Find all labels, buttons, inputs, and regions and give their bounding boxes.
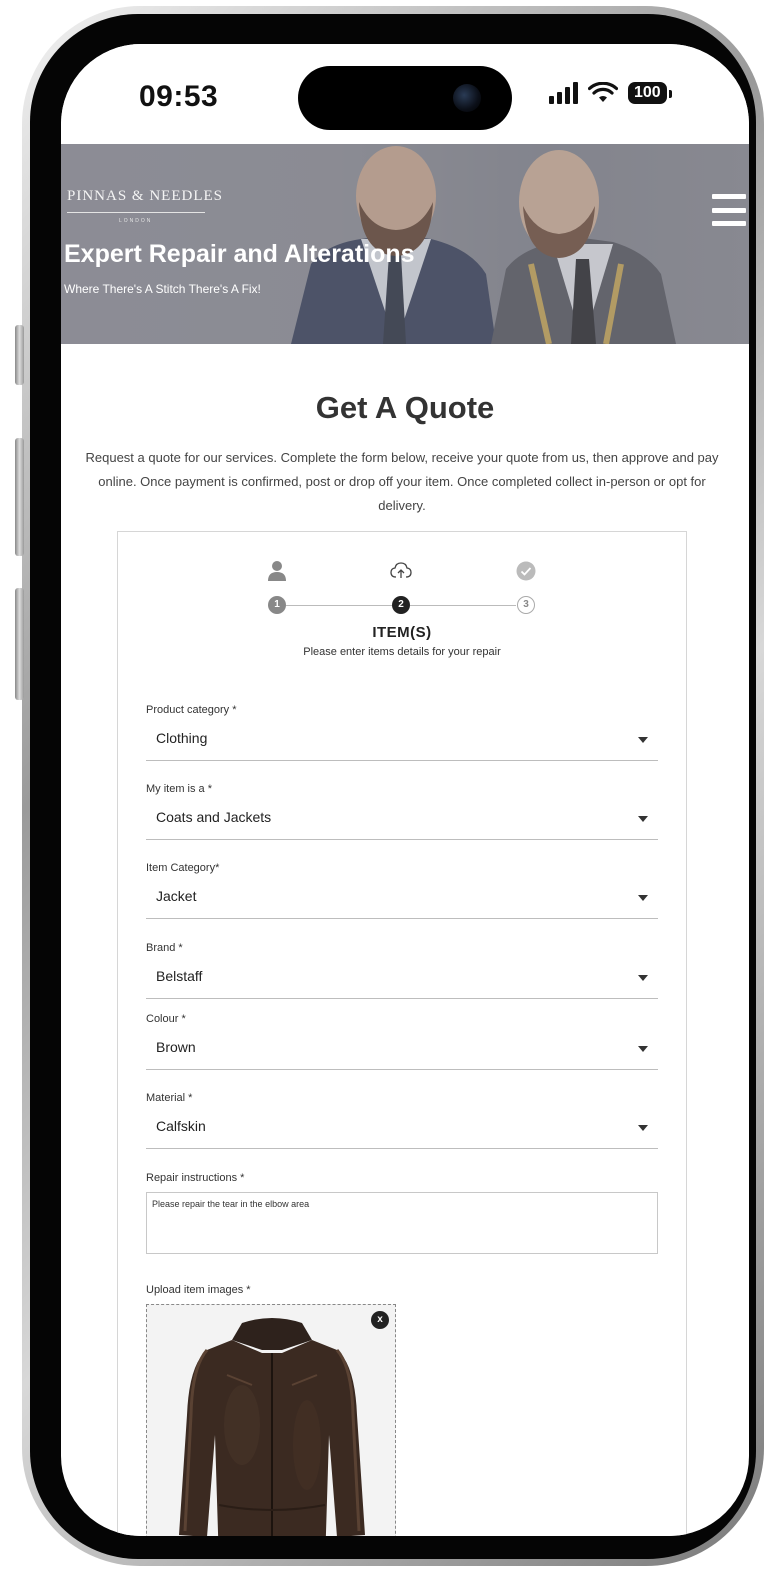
field-label: Brand * xyxy=(146,942,183,954)
field-label: Material * xyxy=(146,1092,193,1104)
status-time: 09:53 xyxy=(139,80,219,113)
hero-subtitle: Where There's A Stitch There's A Fix! xyxy=(64,282,261,296)
colour-field: Colour * Brown xyxy=(146,1013,658,1070)
item-category-field: Item Category* Jacket xyxy=(146,862,658,919)
colour-select[interactable]: Brown xyxy=(146,1035,658,1070)
field-label: Product category * xyxy=(146,704,237,716)
volume-down-button xyxy=(15,588,24,700)
caret-down-icon xyxy=(638,1046,648,1052)
caret-down-icon xyxy=(638,895,648,901)
remove-image-button[interactable]: x xyxy=(371,1311,389,1329)
quote-form: 1 2 3 ITEM(S) Please enter items details… xyxy=(117,531,687,1536)
caret-down-icon xyxy=(638,1125,648,1131)
step-2[interactable]: 2 xyxy=(392,596,410,614)
wifi-icon xyxy=(588,82,618,102)
page-title: Get A Quote xyxy=(315,390,495,425)
material-field: Material * Calfskin xyxy=(146,1092,658,1149)
material-select[interactable]: Calfskin xyxy=(146,1114,658,1149)
screen: 09:53 100 PINNAS & NEEDLES LONDON Expert… xyxy=(61,44,749,1536)
caret-down-icon xyxy=(638,816,648,822)
field-label: My item is a * xyxy=(146,783,213,795)
step-3[interactable]: 3 xyxy=(517,596,535,614)
battery-icon: 100 xyxy=(628,82,672,104)
section-title: ITEM(S) xyxy=(372,624,432,641)
repair-instructions-textarea[interactable]: Please repair the tear in the elbow area xyxy=(146,1192,658,1254)
check-circle-icon xyxy=(516,561,536,581)
brand-select[interactable]: Belstaff xyxy=(146,964,658,999)
camera-icon xyxy=(453,84,481,112)
field-label: Item Category* xyxy=(146,862,220,874)
signal-icon xyxy=(549,82,578,104)
select-value: Belstaff xyxy=(156,968,203,984)
item-type-field: My item is a * Coats and Jackets xyxy=(146,783,658,840)
brand-field: Brand * Belstaff xyxy=(146,942,658,999)
jacket-image xyxy=(179,1318,365,1536)
logo-divider xyxy=(67,212,205,213)
silent-switch xyxy=(15,325,24,385)
volume-up-button xyxy=(15,438,24,556)
field-label: Colour * xyxy=(146,1013,186,1025)
section-subtitle: Please enter items details for your repa… xyxy=(303,646,501,658)
item-type-select[interactable]: Coats and Jackets xyxy=(146,805,658,840)
stepper-line xyxy=(410,605,516,606)
brand-logo-sub: LONDON xyxy=(119,218,153,224)
hero-banner: PINNAS & NEEDLES LONDON Expert Repair an… xyxy=(61,144,749,344)
user-icon xyxy=(268,561,286,581)
hamburger-icon[interactable] xyxy=(712,194,746,226)
hero-title: Expert Repair and Alterations xyxy=(64,240,415,268)
stepper-line xyxy=(286,605,392,606)
select-value: Calfskin xyxy=(156,1118,206,1134)
repair-instructions-field: Repair instructions * Please repair the … xyxy=(146,1172,658,1254)
cloud-upload-icon xyxy=(390,562,412,578)
select-value: Clothing xyxy=(156,730,208,746)
product-category-field: Product category * Clothing xyxy=(146,704,658,761)
product-category-select[interactable]: Clothing xyxy=(146,726,658,761)
intro-text: Request a quote for our services. Comple… xyxy=(85,450,719,513)
caret-down-icon xyxy=(638,737,648,743)
caret-down-icon xyxy=(638,975,648,981)
brand-logo[interactable]: PINNAS & NEEDLES xyxy=(67,188,223,205)
step-1[interactable]: 1 xyxy=(268,596,286,614)
select-value: Brown xyxy=(156,1039,196,1055)
upload-dropzone[interactable]: x xyxy=(146,1304,396,1536)
field-label: Upload item images * xyxy=(146,1284,251,1296)
select-value: Jacket xyxy=(156,888,197,904)
item-category-select[interactable]: Jacket xyxy=(146,884,658,919)
upload-images-field: Upload item images * x xyxy=(146,1284,658,1536)
status-icons: 100 xyxy=(549,82,672,104)
field-label: Repair instructions * xyxy=(146,1172,245,1184)
select-value: Coats and Jackets xyxy=(156,809,272,825)
dynamic-island xyxy=(298,66,512,130)
status-bar: 09:53 100 xyxy=(61,44,749,144)
